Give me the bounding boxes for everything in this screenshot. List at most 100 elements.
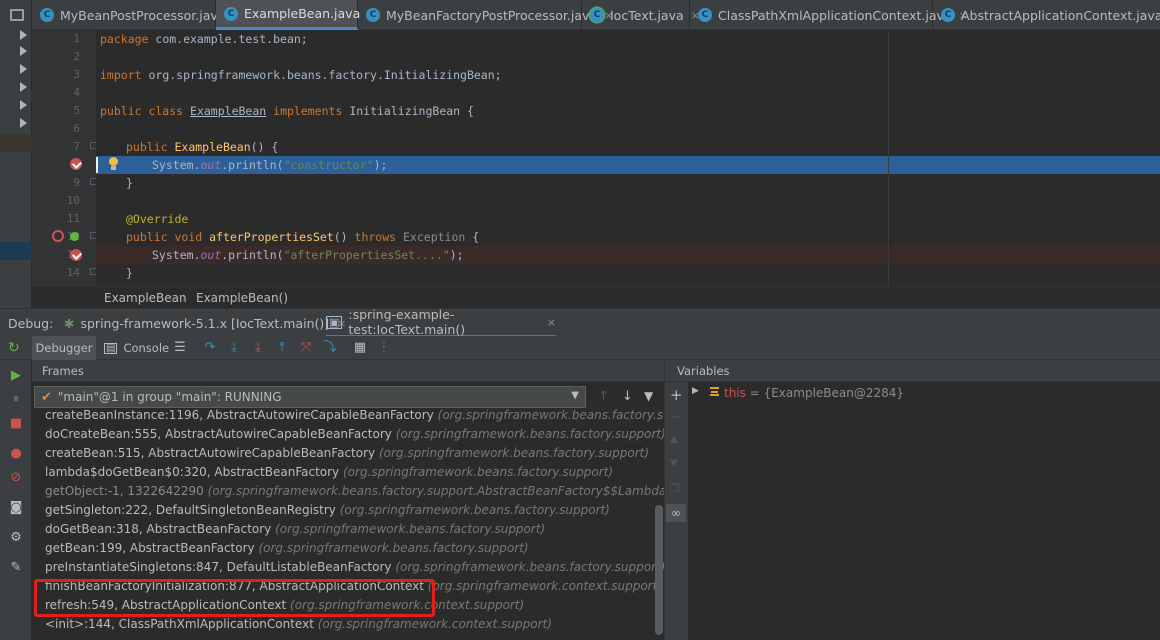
code-token: (): [333, 230, 355, 244]
add-watch-icon[interactable]: +: [670, 386, 683, 404]
code-token: System.: [152, 248, 201, 262]
session-label: :spring-example-test:IocText.main(): [348, 307, 466, 337]
editor-gutter[interactable]: 1 2 3 4 5 6 7 8 9 10 11 12 13 14: [32, 30, 97, 286]
frame-row[interactable]: preInstantiateSingletons:847, DefaultLis…: [45, 558, 665, 577]
debug-left-toolbar: ▶ ⏸ ■ ● ⊘ ◙ ⚙ ✎: [0, 360, 32, 640]
console-icon: ▤: [104, 342, 118, 354]
remove-watch-icon[interactable]: −: [670, 410, 681, 425]
mute-breakpoints-icon[interactable]: ⊘: [8, 470, 24, 486]
breadcrumb: ExampleBean › ExampleBean(): [32, 286, 1160, 308]
frame-row[interactable]: getObject:-1, 1322642290 (org.springfram…: [45, 482, 694, 501]
breakpoint-icon[interactable]: [70, 249, 82, 261]
session-label: spring-framework-5.1.x [IocText.main()]: [80, 315, 330, 331]
pause-icon[interactable]: ⏸: [8, 392, 24, 408]
tab-console[interactable]: ▤ Console: [104, 336, 169, 360]
frame-row[interactable]: createBean:515, AbstractAutowireCapableB…: [45, 444, 649, 463]
stop-icon[interactable]: ■: [8, 416, 24, 432]
code-token: ExampleBean: [174, 140, 251, 154]
project-toggle[interactable]: [0, 0, 32, 30]
step-into-icon[interactable]: ⤓: [226, 340, 242, 356]
tab-label: ExampleBean.java: [244, 6, 361, 21]
up-arrow-icon[interactable]: ↑: [598, 389, 609, 404]
trace-icon[interactable]: ⋮: [376, 340, 392, 356]
class-file-icon: C: [224, 6, 238, 21]
annotation-highlight-box: [34, 579, 435, 617]
line-number: 9: [73, 176, 80, 189]
filter-icon[interactable]: ▼: [644, 389, 653, 403]
frame-row[interactable]: doCreateBean:555, AbstractAutowireCapabl…: [45, 425, 666, 444]
evaluate-icon[interactable]: ▦: [352, 340, 368, 356]
pin-icon[interactable]: ✎: [8, 560, 24, 576]
line-number: 4: [73, 86, 80, 99]
tab-abstractapplicationcontext[interactable]: C AbstractApplicationContext.java ×: [933, 0, 1160, 30]
frame-package: (org.springframework.beans.factory.suppo…: [395, 427, 666, 441]
frame-row[interactable]: getBean:199, AbstractBeanFactory (org.sp…: [45, 539, 529, 558]
frame-method: preInstantiateSingletons:847, DefaultLis…: [45, 560, 392, 574]
frame-row[interactable]: getSingleton:222, DefaultSingletonBeanRe…: [45, 501, 610, 520]
menu-icon[interactable]: ☰: [172, 340, 188, 356]
down-arrow-icon[interactable]: ↓: [622, 389, 633, 404]
copy-icon[interactable]: ❐: [670, 482, 680, 495]
implements-method-icon[interactable]: [70, 232, 79, 241]
drop-frame-icon[interactable]: ⤧: [298, 340, 314, 356]
project-tree-strip: [0, 30, 32, 308]
tab-ioctext[interactable]: C IocText.java ×: [582, 0, 700, 30]
force-step-into-icon[interactable]: ⤓: [250, 340, 266, 356]
frame-row[interactable]: lambda$doGetBean$0:320, AbstractBeanFact…: [45, 463, 613, 482]
frame-package: (org.springframework.context.support): [317, 617, 552, 631]
code-token: org.springframework.beans.factory.Initia…: [141, 68, 502, 82]
frame-method: getObject:-1, 1322642290: [45, 484, 204, 498]
execution-line: System.out.println("constructor");: [96, 156, 1160, 174]
lightbulb-icon[interactable]: [109, 157, 118, 166]
settings-icon[interactable]: ⚙: [8, 530, 24, 546]
expand-arrow-icon[interactable]: [20, 64, 27, 74]
tab-examplebean[interactable]: C ExampleBean.java ×: [216, 0, 376, 30]
tab-debugger[interactable]: Debugger: [32, 336, 96, 360]
tab-classpathxmlapplicationcontext[interactable]: C ClassPathXmlApplicationContext.java ×: [690, 0, 968, 30]
expand-arrow-icon[interactable]: ▶: [692, 386, 699, 396]
rerun-icon[interactable]: ↻: [8, 340, 20, 356]
frames-scrollbar[interactable]: [655, 505, 663, 635]
code-editor[interactable]: package com.example.test.bean; import or…: [96, 30, 1160, 286]
close-icon[interactable]: ×: [547, 316, 556, 329]
code-token: {: [465, 230, 480, 244]
glasses-icon[interactable]: ∞: [666, 504, 686, 522]
run-to-cursor-icon[interactable]: ⤵: [322, 340, 338, 356]
breadcrumb-class[interactable]: ExampleBean: [104, 291, 187, 305]
class-file-icon: C: [590, 8, 604, 22]
frame-row[interactable]: doGetBean:318, AbstractBeanFactory (org.…: [45, 520, 545, 539]
move-up-icon[interactable]: ▲: [670, 434, 678, 445]
expand-arrow-icon[interactable]: [20, 46, 27, 56]
code-token: @Override: [126, 212, 189, 226]
code-line: public class ExampleBean implements Init…: [96, 102, 1160, 120]
expand-arrow-icon[interactable]: [20, 118, 27, 128]
camera-icon[interactable]: ◙: [8, 500, 24, 516]
debug-session-tab-active[interactable]: ▣ :spring-example-test:IocText.main() ×: [326, 307, 556, 337]
thread-selector[interactable]: ✔ "main"@1 in group "main": RUNNING ▼: [34, 386, 586, 408]
frame-method: getSingleton:222, DefaultSingletonBeanRe…: [45, 503, 336, 517]
variable-this[interactable]: this = {ExampleBean@2284}: [724, 386, 904, 400]
tab-mybeanpostprocessor[interactable]: C MyBeanPostProcessor.java ×: [32, 0, 242, 30]
step-over-icon[interactable]: ↷: [202, 340, 218, 356]
debug-session-tab[interactable]: ✱ spring-framework-5.1.x [IocText.main()…: [64, 309, 346, 337]
step-out-icon[interactable]: ⤒: [274, 340, 290, 356]
resume-icon[interactable]: ▶: [8, 368, 24, 384]
view-breakpoints-icon[interactable]: ●: [8, 446, 24, 462]
line-number: 1: [73, 32, 80, 45]
breadcrumb-method[interactable]: ExampleBean(): [196, 291, 288, 305]
debug-label: Debug:: [8, 315, 54, 331]
expand-arrow-icon[interactable]: [20, 82, 27, 92]
code-line: }: [96, 174, 1160, 192]
expand-arrow-icon[interactable]: [20, 100, 27, 110]
field-icon-bar: [711, 391, 718, 393]
frame-row[interactable]: createBeanInstance:1196, AbstractAutowir…: [45, 406, 708, 425]
tab-mybeanfactorypostprocessor[interactable]: C MyBeanFactoryPostProcessor.java ×: [358, 0, 613, 30]
code-token: public void: [126, 230, 203, 244]
tab-label: MyBeanFactoryPostProcessor.java: [386, 7, 598, 23]
implementation-marker-icon[interactable]: [52, 230, 64, 242]
expand-arrow-icon[interactable]: [20, 30, 27, 40]
breakpoint-icon[interactable]: [70, 158, 82, 170]
variables-toolbar: + − ▲ ▼ ❐ ∞: [665, 382, 688, 640]
frame-row[interactable]: <init>:144, ClassPathXmlApplicationConte…: [45, 615, 552, 634]
move-down-icon[interactable]: ▼: [670, 458, 678, 469]
